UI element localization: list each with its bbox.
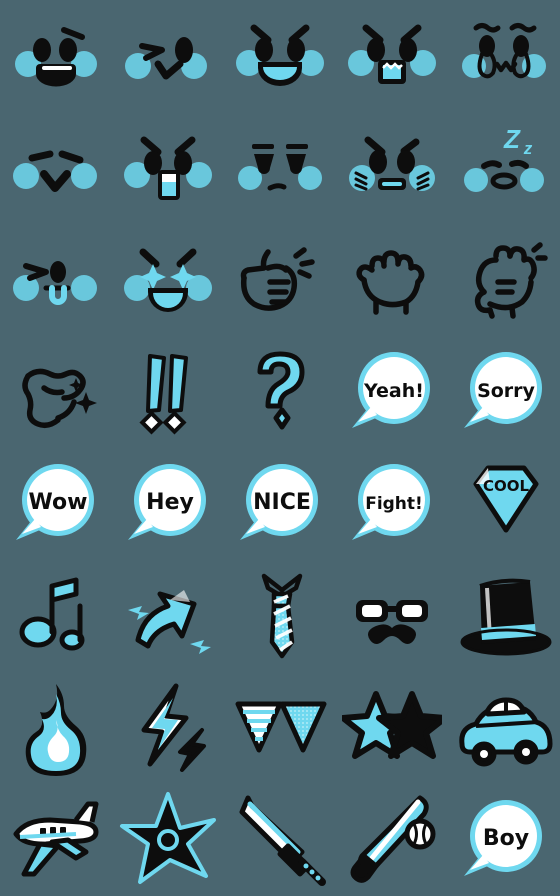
sticker-top-hat[interactable]: [448, 560, 560, 672]
baseball-bat-icon: [342, 790, 442, 890]
face-content-icon: [6, 118, 106, 218]
sticker-speech-bubble-fight[interactable]: Fight!: [336, 448, 448, 560]
sticker-speech-bubble-nice[interactable]: NICE: [224, 448, 336, 560]
katana-icon: [230, 790, 330, 890]
sticker-question-mark[interactable]: [224, 336, 336, 448]
sticker-flame[interactable]: [0, 672, 112, 784]
svg-text:Wow: Wow: [29, 490, 88, 515]
speech-bubble-icon: Boy: [454, 790, 554, 890]
open-hand-icon: [342, 230, 442, 330]
svg-text:COOL: COOL: [483, 477, 530, 495]
sticker-speech-bubble-sorry[interactable]: Sorry: [448, 336, 560, 448]
sticker-lightning-bolt[interactable]: [112, 672, 224, 784]
sticker-face-crying-tears[interactable]: [448, 0, 560, 112]
speech-bubble-icon: Fight!: [342, 454, 442, 554]
glasses-mustache-icon: [342, 566, 442, 666]
sticker-speech-bubble-yeah[interactable]: Yeah!: [336, 336, 448, 448]
face-sleeping-icon: Zz: [454, 118, 554, 218]
sticker-face-sad-downcast[interactable]: [224, 112, 336, 224]
svg-text:Hey: Hey: [146, 490, 194, 515]
sticker-glasses-mustache[interactable]: [336, 560, 448, 672]
question-mark-icon: [230, 342, 330, 442]
speech-bubble-icon: Yeah!: [342, 342, 442, 442]
sticker-hand-open-palm[interactable]: [336, 224, 448, 336]
face-sparkle-icon: [118, 230, 218, 330]
sticker-speech-bubble-wow[interactable]: Wow: [0, 448, 112, 560]
svg-text:Yeah!: Yeah!: [363, 380, 424, 402]
speech-bubble-icon: NICE: [230, 454, 330, 554]
sticker-katana-sword[interactable]: [224, 784, 336, 896]
speech-bubble-icon: Wow: [6, 454, 106, 554]
face-tongue-icon: [6, 230, 106, 330]
top-hat-icon: [454, 566, 554, 666]
clapping-hand-icon: [6, 342, 106, 442]
sticker-face-frustrated-blush[interactable]: [336, 112, 448, 224]
emoji-sticker-grid: Zz Yeah! Sorry Wow Hey NICE Fight! COOL Boy: [0, 0, 560, 896]
sticker-speech-bubble-boy[interactable]: Boy: [448, 784, 560, 896]
necktie-icon: [230, 566, 330, 666]
sticker-face-angry-gritted-teeth[interactable]: [336, 0, 448, 112]
svg-text:Sorry: Sorry: [477, 380, 535, 402]
sticker-hand-clap-sparkle[interactable]: [0, 336, 112, 448]
car-icon: [454, 678, 554, 778]
face-crying-icon: [454, 6, 554, 106]
flame-icon: [6, 678, 106, 778]
svg-text:Z: Z: [503, 124, 521, 154]
sticker-face-tongue-out[interactable]: [0, 224, 112, 336]
music-notes-icon: [6, 566, 106, 666]
airplane-icon: [6, 790, 106, 890]
speech-bubble-icon: Sorry: [454, 342, 554, 442]
face-angry-icon: [342, 6, 442, 106]
sticker-double-exclamation-mark[interactable]: [112, 336, 224, 448]
sticker-face-grin-open-mouth[interactable]: [0, 0, 112, 112]
sticker-car[interactable]: [448, 672, 560, 784]
sticker-arrow-curved-up[interactable]: [112, 560, 224, 672]
shuriken-icon: [118, 790, 218, 890]
face-laugh-icon: [230, 6, 330, 106]
sticker-face-angry-shouting[interactable]: [112, 112, 224, 224]
arrow-up-icon: [118, 566, 218, 666]
waving-hand-icon: [454, 230, 554, 330]
sticker-necktie[interactable]: [224, 560, 336, 672]
speech-bubble-icon: Hey: [118, 454, 218, 554]
sticker-face-laughing-big-mouth[interactable]: [224, 0, 336, 112]
face-wink-icon: [118, 6, 218, 106]
sticker-face-content-smile[interactable]: [0, 112, 112, 224]
sticker-speech-bubble-hey[interactable]: Hey: [112, 448, 224, 560]
thumbs-up-icon: [230, 230, 330, 330]
face-frustrated-icon: [342, 118, 442, 218]
double-exclamation-icon: [118, 342, 218, 442]
sticker-two-stars[interactable]: [336, 672, 448, 784]
svg-text:z: z: [523, 139, 533, 158]
sticker-music-notes[interactable]: [0, 560, 112, 672]
sticker-face-sleeping-zzz[interactable]: Zz: [448, 112, 560, 224]
sticker-diamond-cool[interactable]: COOL: [448, 448, 560, 560]
diamond-icon: COOL: [454, 454, 554, 554]
sticker-ninja-star[interactable]: [112, 784, 224, 896]
sticker-face-sparkle-eyes[interactable]: [112, 224, 224, 336]
svg-text:NICE: NICE: [253, 490, 311, 515]
svg-text:Boy: Boy: [483, 826, 529, 851]
svg-text:Fight!: Fight!: [365, 494, 423, 514]
sticker-hand-thumbs-up[interactable]: [224, 224, 336, 336]
pennants-icon: [230, 678, 330, 778]
face-grin-icon: [6, 6, 106, 106]
stars-icon: [342, 678, 442, 778]
sticker-airplane[interactable]: [0, 784, 112, 896]
sticker-pennant-flags[interactable]: [224, 672, 336, 784]
face-downcast-icon: [230, 118, 330, 218]
sticker-hand-waving[interactable]: [448, 224, 560, 336]
sticker-face-wink-smirk[interactable]: [112, 0, 224, 112]
face-shout-icon: [118, 118, 218, 218]
lightning-icon: [118, 678, 218, 778]
sticker-baseball-bat-and-ball[interactable]: [336, 784, 448, 896]
